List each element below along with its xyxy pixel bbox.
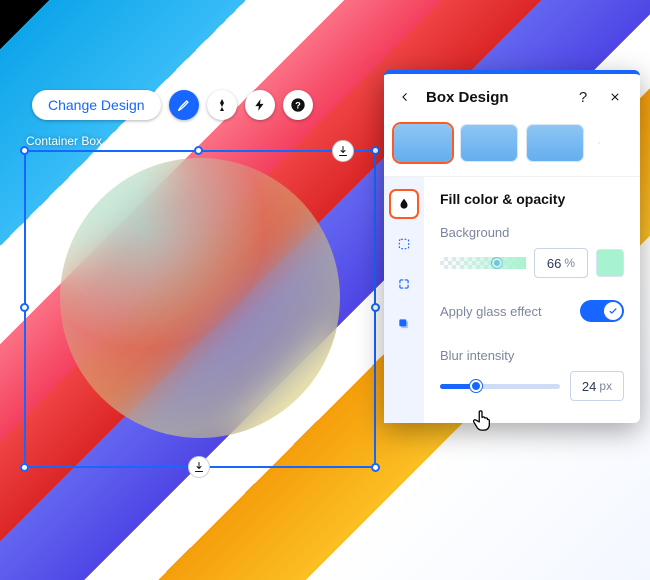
blur-value-input[interactable]: 24 px: [570, 371, 624, 401]
panel-body: Fill color & opacity Background 66 % App…: [384, 176, 640, 423]
blur-unit: px: [599, 379, 612, 393]
side-tab-fill[interactable]: [391, 191, 417, 217]
background-row: 66 %: [440, 248, 624, 278]
blur-slider-knob[interactable]: [470, 380, 482, 392]
selection-bounding-box[interactable]: [24, 150, 376, 468]
blur-row: 24 px: [440, 371, 624, 401]
lightning-icon[interactable]: [245, 90, 275, 120]
dashed-border-icon: [397, 236, 411, 252]
resize-handle-tl[interactable]: [20, 146, 29, 155]
background-label: Background: [440, 225, 624, 240]
blur-label: Blur intensity: [440, 348, 624, 363]
style-thumb-1[interactable]: [394, 124, 452, 162]
opacity-slider[interactable]: [440, 257, 526, 269]
blur-slider[interactable]: [440, 384, 560, 389]
resize-handle-ml[interactable]: [20, 303, 29, 312]
selected-element-label: Container Box: [26, 134, 102, 148]
opacity-unit: %: [564, 256, 575, 270]
svg-text:?: ?: [295, 100, 301, 110]
help-icon[interactable]: ?: [572, 86, 594, 108]
toggle-knob-check-icon: [604, 302, 622, 320]
opacity-slider-knob[interactable]: [492, 258, 502, 268]
glass-effect-row: Apply glass effect: [440, 300, 624, 322]
back-icon[interactable]: [394, 86, 416, 108]
panel-header: Box Design ?: [384, 74, 640, 118]
droplet-icon: [397, 196, 411, 212]
panel-title-text: Box Design: [426, 89, 562, 106]
style-thumb-3[interactable]: [526, 124, 584, 162]
style-thumb-2[interactable]: [460, 124, 518, 162]
side-tab-corners[interactable]: [391, 271, 417, 297]
close-icon[interactable]: [604, 86, 626, 108]
opacity-value-input[interactable]: 66 %: [534, 248, 588, 278]
shadow-icon: [397, 316, 411, 332]
box-design-panel: Box Design ? Fill c: [384, 70, 640, 423]
blur-value: 24: [582, 379, 596, 394]
corners-icon: [397, 276, 411, 292]
side-tab-border[interactable]: [391, 231, 417, 257]
side-tab-rail: [384, 177, 424, 423]
resize-handle-bl[interactable]: [20, 463, 29, 472]
resize-handle-tr[interactable]: [371, 146, 380, 155]
help-icon[interactable]: ?: [283, 90, 313, 120]
resize-handle-br[interactable]: [371, 463, 380, 472]
side-tab-shadow[interactable]: [391, 311, 417, 337]
fill-section: Fill color & opacity Background 66 % App…: [424, 177, 640, 423]
resize-handle-mr[interactable]: [371, 303, 380, 312]
download-icon[interactable]: [188, 456, 210, 478]
change-design-button[interactable]: Change Design: [32, 90, 161, 120]
thumbs-next-icon[interactable]: [592, 135, 606, 151]
glass-effect-toggle[interactable]: [580, 300, 624, 322]
canvas-top-toolbar: Change Design ?: [32, 90, 313, 120]
download-icon[interactable]: [332, 140, 354, 162]
animation-icon[interactable]: [207, 90, 237, 120]
section-title: Fill color & opacity: [440, 191, 624, 207]
resize-handle-tm[interactable]: [194, 146, 203, 155]
glass-effect-label: Apply glass effect: [440, 304, 542, 319]
color-swatch[interactable]: [596, 249, 624, 277]
style-thumbnail-row: [384, 118, 640, 176]
opacity-value: 66: [547, 256, 561, 271]
brush-icon[interactable]: [169, 90, 199, 120]
